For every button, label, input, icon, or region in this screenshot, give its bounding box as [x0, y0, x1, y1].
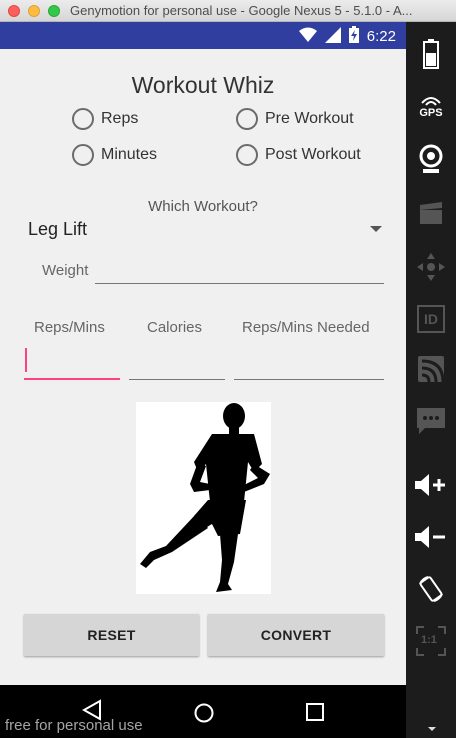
- status-bar: 6:22: [0, 22, 406, 49]
- weight-input[interactable]: [95, 254, 384, 284]
- battery-charging-icon: [348, 26, 359, 47]
- nav-home-button[interactable]: [193, 702, 215, 728]
- sms-button[interactable]: [406, 396, 456, 446]
- radio-pre-workout-label: Pre Workout: [265, 110, 354, 127]
- app-title: Workout Whiz: [131, 72, 275, 98]
- personal-use-watermark: free for personal use: [5, 717, 143, 734]
- radio-reps-circle[interactable]: [72, 108, 94, 130]
- radio-minutes[interactable]: Minutes: [72, 144, 157, 166]
- pixel-ratio-label: 1:1: [421, 634, 437, 646]
- wifi-icon: [298, 27, 317, 47]
- id-label: ID: [424, 311, 438, 327]
- calories-label: Calories: [147, 319, 203, 336]
- radio-post-workout-label: Post Workout: [265, 146, 361, 163]
- radio-pre-workout-circle[interactable]: [236, 108, 258, 130]
- pixel-perfect-icon: 1:1: [416, 626, 446, 656]
- recents-icon: [306, 703, 324, 721]
- gps-label: GPS: [419, 107, 443, 119]
- radio-reps[interactable]: Reps: [72, 108, 138, 130]
- convert-button[interactable]: CONVERT: [208, 614, 384, 656]
- volume-up-button[interactable]: [406, 460, 456, 510]
- volume-down-button[interactable]: [406, 512, 456, 562]
- genymotion-sidebar: GPS ID 1:1: [406, 22, 456, 738]
- volume-down-icon: [415, 526, 445, 548]
- nav-recents-button[interactable]: [306, 703, 324, 725]
- rotate-button[interactable]: [406, 564, 456, 614]
- reps-mins-label: Reps/Mins: [34, 319, 105, 336]
- id-icon: ID: [417, 305, 445, 333]
- chat-icon: [417, 408, 445, 434]
- battery-button[interactable]: [406, 29, 456, 79]
- emulator-window: Genymotion for personal use - Google Nex…: [0, 0, 456, 738]
- workout-spinner[interactable]: Leg Lift: [28, 219, 386, 245]
- radio-post-workout[interactable]: Post Workout: [236, 144, 361, 166]
- close-window-button[interactable]: [8, 5, 20, 17]
- clapperboard-icon: [420, 202, 442, 224]
- window-title-bar: Genymotion for personal use - Google Nex…: [0, 0, 456, 22]
- leg-lift-silhouette-image: [136, 402, 271, 594]
- gps-button[interactable]: GPS: [406, 82, 456, 132]
- app-screen: Workout Whiz Reps Pre Workout Minutes Po…: [0, 49, 406, 685]
- radio-minutes-label: Minutes: [101, 146, 158, 163]
- radio-pre-workout[interactable]: Pre Workout: [236, 108, 354, 130]
- dropdown-arrow-icon: [370, 226, 382, 232]
- pixel-perfect-button[interactable]: 1:1: [406, 616, 456, 666]
- dpad-icon: [417, 253, 445, 281]
- text-cursor: [25, 348, 27, 372]
- device-id-button[interactable]: ID: [406, 294, 456, 344]
- status-time: 6:22: [366, 28, 396, 45]
- which-workout-label: Which Workout?: [148, 198, 258, 215]
- network-button[interactable]: [406, 344, 456, 394]
- signal-icon: [324, 26, 341, 47]
- radio-reps-label: Reps: [101, 110, 139, 127]
- reps-mins-input[interactable]: [24, 346, 120, 380]
- workout-spinner-value: Leg Lift: [28, 219, 88, 239]
- reset-button[interactable]: RESET: [24, 614, 199, 656]
- reps-mins-needed-input[interactable]: [234, 346, 384, 380]
- volume-up-icon: [415, 474, 445, 496]
- sidebar-scroll-down-icon[interactable]: [428, 727, 436, 731]
- radio-minutes-circle[interactable]: [72, 144, 94, 166]
- minimize-window-button[interactable]: [28, 5, 40, 17]
- calories-input[interactable]: [129, 346, 225, 380]
- radio-post-workout-circle[interactable]: [236, 144, 258, 166]
- capture-button[interactable]: [406, 188, 456, 238]
- weight-label: Weight: [42, 262, 89, 279]
- gps-signal-icon: [421, 97, 441, 106]
- home-icon: [194, 703, 214, 723]
- battery-icon: [423, 39, 439, 69]
- window-title: Genymotion for personal use - Google Nex…: [70, 3, 413, 18]
- webcam-icon: [419, 144, 443, 173]
- webcam-button[interactable]: [406, 134, 456, 184]
- cast-signal-icon: [418, 356, 445, 383]
- dpad-button[interactable]: [406, 242, 456, 292]
- reps-mins-needed-label: Reps/Mins Needed: [242, 319, 370, 336]
- rotate-screen-icon: [419, 576, 443, 602]
- zoom-window-button[interactable]: [48, 5, 60, 17]
